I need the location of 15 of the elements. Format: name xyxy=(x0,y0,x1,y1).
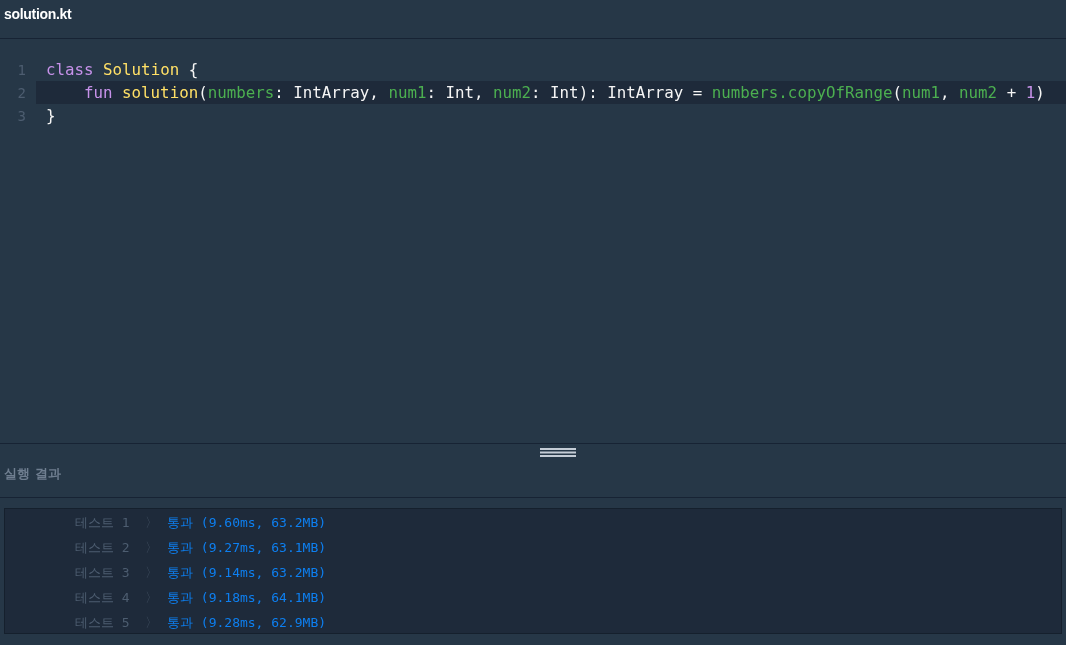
chevron-icon: 〉 xyxy=(145,513,167,532)
resize-handle-icon[interactable] xyxy=(540,447,576,457)
results-title: 실행 결과 xyxy=(4,466,61,481)
test-result: 통과 (9.28ms, 62.9MB) xyxy=(167,613,327,632)
test-result: 통과 (9.14ms, 63.2MB) xyxy=(167,563,327,582)
test-result: 통과 (9.27ms, 63.1MB) xyxy=(167,538,327,557)
file-tab-title: solution.kt xyxy=(4,6,72,22)
chevron-icon: 〉 xyxy=(145,563,167,582)
chevron-icon: 〉 xyxy=(145,588,167,607)
test-result: 통과 (9.60ms, 63.2MB) xyxy=(167,513,327,532)
chevron-icon: 〉 xyxy=(145,613,167,632)
code-line: class Solution { xyxy=(45,59,200,81)
code-line: } xyxy=(45,105,57,127)
chevron-icon: 〉 xyxy=(145,538,167,557)
test-result: 통과 (9.18ms, 64.1MB) xyxy=(167,588,327,607)
